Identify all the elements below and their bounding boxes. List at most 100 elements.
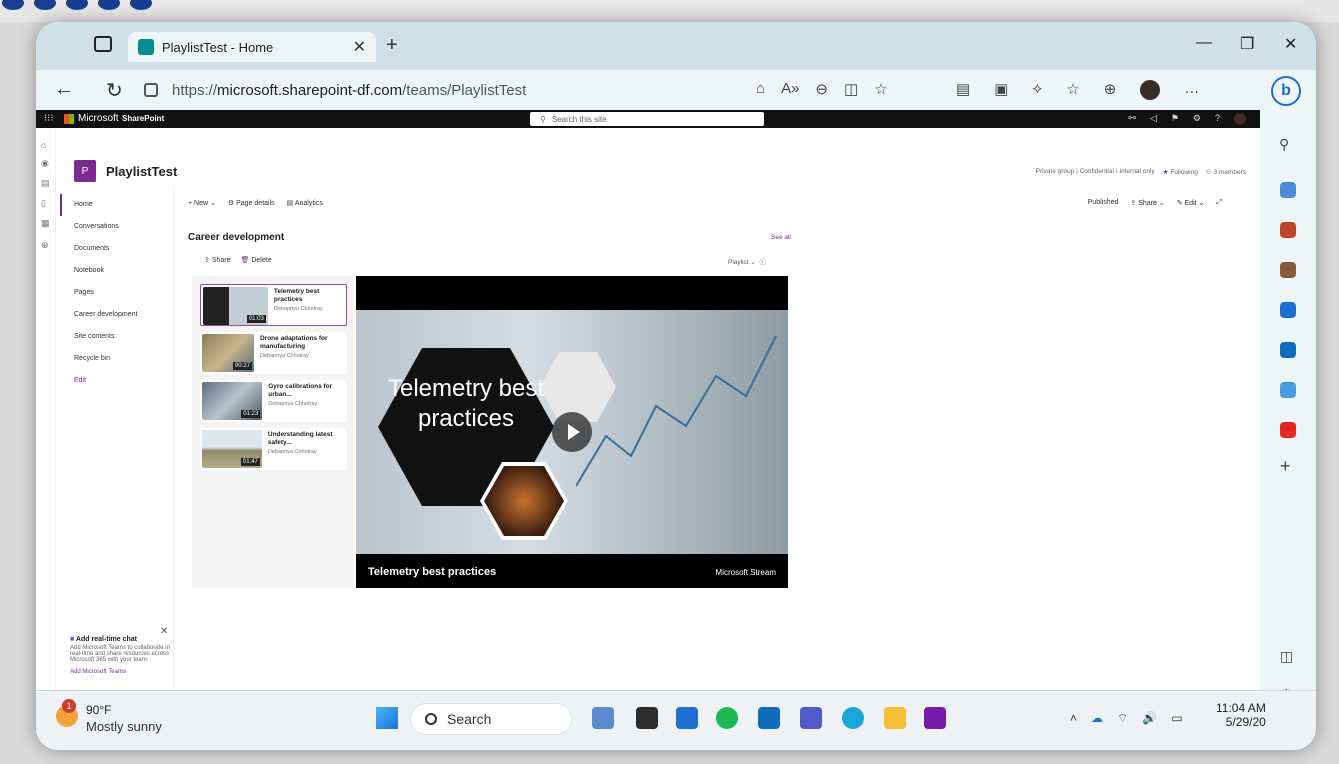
follow-button[interactable]: ★ Following <box>1163 168 1198 176</box>
new-tab-icon[interactable]: + <box>386 34 398 57</box>
tools-icon[interactable] <box>1280 222 1296 238</box>
refresh-icon[interactable]: ↻ <box>106 78 123 103</box>
address-bar-actions: ⌂ A» ⊖ ◫ ☆ <box>756 80 888 98</box>
nav-item-career-development[interactable]: Career development <box>60 304 174 326</box>
favorites-icon[interactable]: ☆ <box>1066 80 1079 100</box>
hide-sidebar-icon[interactable]: ◫ <box>1280 648 1293 665</box>
zoom-icon[interactable]: ⊖ <box>815 80 828 98</box>
more-icon[interactable]: … <box>1184 80 1199 100</box>
extensions-icon[interactable]: ⟡ <box>1032 80 1042 100</box>
add-sidebar-app-icon[interactable]: + <box>1280 456 1291 477</box>
page-details-button[interactable]: ⚙ Page details <box>228 199 275 207</box>
add-teams-link[interactable]: Add Microsoft Teams <box>70 669 174 675</box>
playlist-delete-button[interactable]: 🗑 Delete <box>241 256 272 264</box>
bing-copilot-icon[interactable]: b <box>1271 76 1301 106</box>
outlook-icon[interactable] <box>1280 342 1296 358</box>
lists-icon[interactable]: ▦ <box>41 218 50 229</box>
nav-item-site-contents[interactable]: Site contents <box>60 326 174 348</box>
battery-icon[interactable]: ▭ <box>1171 711 1182 726</box>
playlist-share-button[interactable]: ⇪ Share <box>204 256 231 264</box>
nav-item-notebook[interactable]: Notebook <box>60 260 174 282</box>
close-tab-icon[interactable]: ✕ <box>353 37 366 57</box>
collections-icon[interactable]: ⊕ <box>1104 80 1117 100</box>
site-logo[interactable]: P <box>74 160 96 182</box>
weather-condition[interactable]: Mostly sunny <box>86 719 162 734</box>
playlist-item[interactable]: 01:47 Understanding latest safety... Deb… <box>200 428 347 470</box>
suite-brand[interactable]: Microsoft <box>78 113 119 124</box>
search-icon[interactable]: ⚲ <box>1279 136 1289 153</box>
info-icon[interactable]: ⓘ <box>759 259 766 266</box>
playlist-item[interactable]: 01:23 Gyro calibrations for urban... Deb… <box>200 380 347 422</box>
feed-icon[interactable]: ▤ <box>41 178 50 189</box>
spotify-icon[interactable] <box>716 707 738 729</box>
minimize-icon[interactable]: — <box>1196 34 1212 52</box>
nav-edit-link[interactable]: Edit <box>60 370 174 392</box>
widgets-app-icon[interactable] <box>592 707 614 729</box>
onedrive-icon[interactable]: ☁ <box>1091 711 1103 726</box>
app-launcher-icon[interactable]: ⁝⁝⁝ <box>44 113 54 124</box>
nav-item-documents[interactable]: Documents <box>60 238 174 260</box>
back-icon[interactable]: ← <box>54 78 74 101</box>
onenote-icon[interactable] <box>924 707 946 729</box>
clock[interactable]: 11:04 AM 5/29/20 <box>1216 701 1266 729</box>
store-icon[interactable] <box>676 707 698 729</box>
flag-icon[interactable]: ⚑ <box>1171 113 1179 125</box>
taskbar-search[interactable]: Search <box>410 703 572 735</box>
nav-item-conversations[interactable]: Conversations <box>60 216 174 238</box>
games-icon[interactable] <box>1280 262 1296 278</box>
playlist-item[interactable]: 00:27 Drone adaptations for manufacturin… <box>200 332 347 374</box>
see-all-link[interactable]: See all <box>771 234 791 241</box>
user-avatar[interactable] <box>1234 113 1246 125</box>
close-window-icon[interactable]: ✕ <box>1284 34 1297 54</box>
expand-icon[interactable]: ⤢ <box>1216 199 1222 207</box>
globe-icon[interactable]: ◉ <box>41 158 49 169</box>
settings-icon[interactable]: ⚙ <box>1193 113 1201 125</box>
share-button[interactable]: ⇪ Share ⌄ <box>1130 199 1164 207</box>
extension-icon[interactable]: ▤ <box>956 80 970 100</box>
nav-item-home[interactable]: Home <box>60 194 174 216</box>
show-hidden-icons-icon[interactable]: ˄ <box>1070 711 1077 726</box>
file-explorer-icon[interactable] <box>884 707 906 729</box>
new-button[interactable]: + New ⌄ <box>188 199 216 207</box>
browser-tab[interactable]: PlaylistTest - Home ✕ <box>128 32 376 62</box>
view-dropdown[interactable]: Playlist ⌄ ⓘ <box>728 256 766 266</box>
members-button[interactable]: ⚇ 3 members <box>1206 168 1246 176</box>
nav-item-recycle-bin[interactable]: Recycle bin <box>60 348 174 370</box>
site-search-input[interactable]: ⚲ Search this site <box>530 112 764 126</box>
site-title[interactable]: PlaylistTest <box>106 164 177 179</box>
windows-start-icon[interactable] <box>376 707 398 729</box>
edge-app-icon[interactable] <box>842 707 864 729</box>
restore-icon[interactable]: ❐ <box>1240 34 1254 54</box>
teams-app-icon[interactable] <box>800 707 822 729</box>
wifi-icon[interactable]: ⌔ <box>1117 711 1128 726</box>
profile-avatar[interactable] <box>1140 80 1161 100</box>
task-view-icon[interactable] <box>636 707 658 729</box>
read-aloud-icon[interactable]: A» <box>781 80 799 98</box>
share-icon[interactable]: ⚯ <box>1128 113 1136 125</box>
extension-icon[interactable]: ▣ <box>994 80 1008 100</box>
split-screen-icon[interactable]: ◫ <box>844 80 858 98</box>
play-icon[interactable] <box>552 412 592 452</box>
weather-temperature[interactable]: 90°F <box>86 703 111 717</box>
edit-button[interactable]: ✎ Edit ⌄ <box>1177 199 1205 207</box>
microsoft365-icon[interactable] <box>1280 302 1296 318</box>
tab-actions-icon[interactable] <box>94 36 112 52</box>
shopping-icon[interactable] <box>1280 182 1296 198</box>
add-favorite-icon[interactable]: ☆ <box>874 80 887 98</box>
analytics-button[interactable]: ▤ Analytics <box>287 199 323 207</box>
playlist-item[interactable]: 01:03 Telemetry best practices Debapriya… <box>200 284 347 326</box>
site-search-placeholder: Search this site <box>551 114 607 124</box>
nav-item-pages[interactable]: Pages <box>60 282 174 304</box>
home-icon[interactable]: ⌂ <box>41 140 46 150</box>
notifications-icon[interactable]: ◁ <box>1150 113 1157 125</box>
youtube-icon[interactable] <box>1280 422 1296 438</box>
volume-icon[interactable]: 🔊 <box>1142 711 1157 726</box>
outlook-app-icon[interactable] <box>758 707 780 729</box>
drop-icon[interactable] <box>1280 382 1296 398</box>
document-icon[interactable]: ▯ <box>41 198 46 209</box>
app-available-icon[interactable]: ⌂ <box>756 80 765 98</box>
video-player[interactable]: Telemetry best practices Telemetry best … <box>356 276 788 588</box>
create-icon[interactable]: ⊕ <box>41 240 49 251</box>
help-icon[interactable]: ? <box>1215 113 1220 125</box>
suite-app-name[interactable]: SharePoint <box>122 114 164 123</box>
